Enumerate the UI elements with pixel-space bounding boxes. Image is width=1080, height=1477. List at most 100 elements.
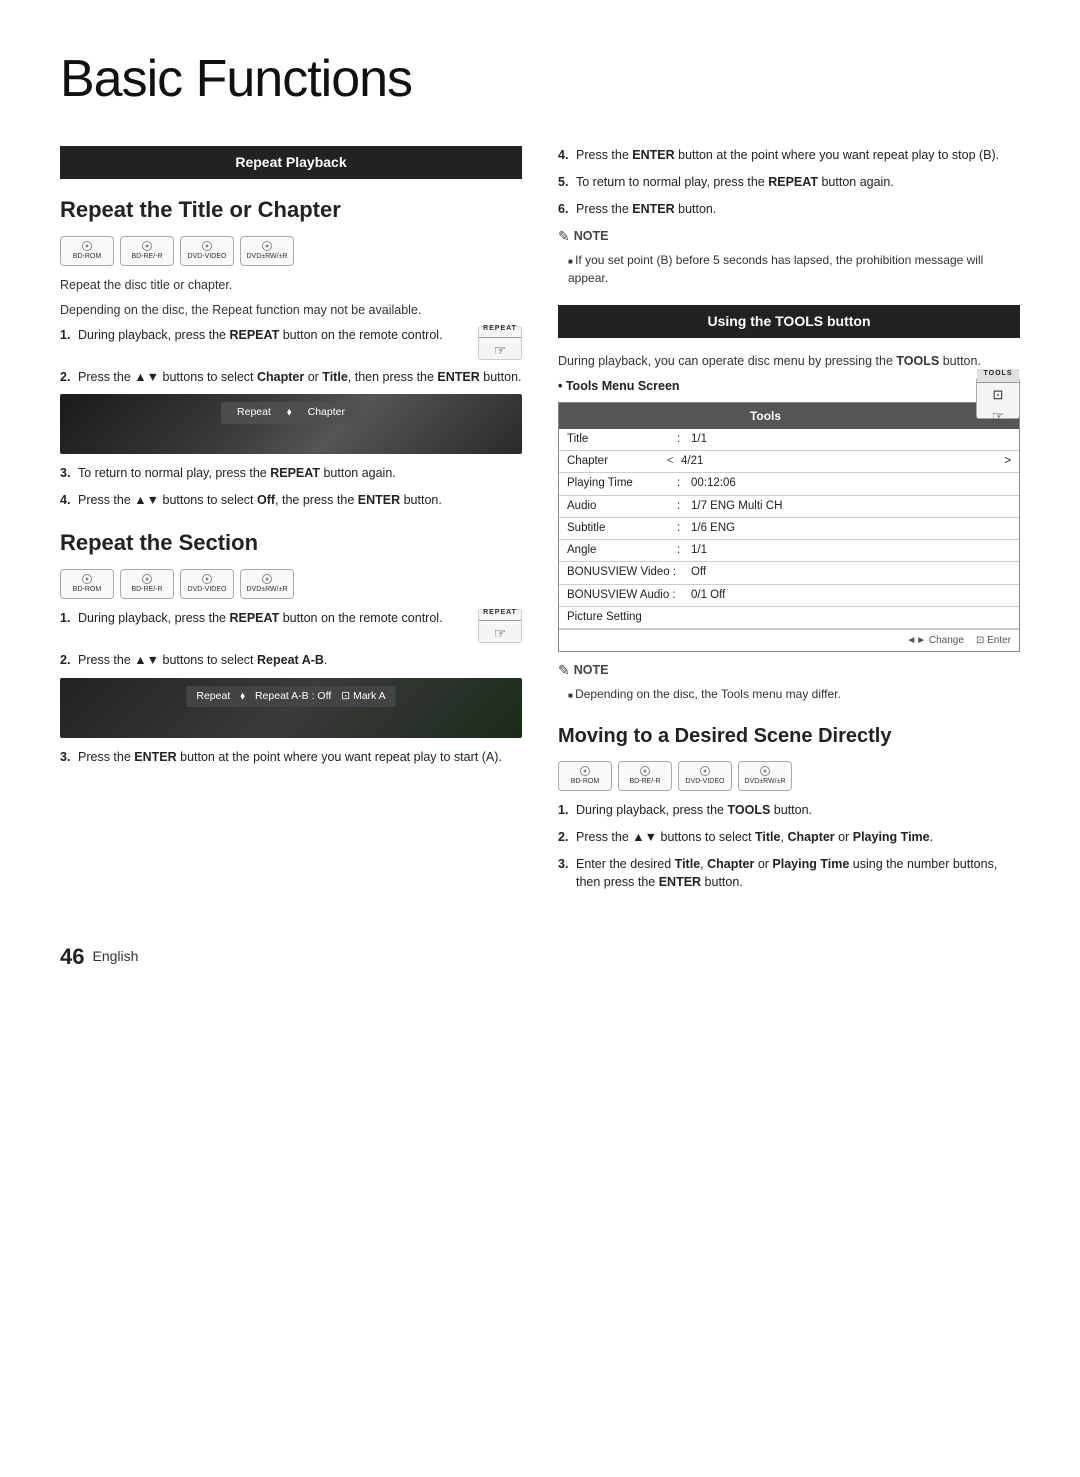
tools-value-audio: 1/7 ENG Multi CH xyxy=(691,498,782,515)
step-content-m3: Enter the desired Title, Chapter or Play… xyxy=(576,855,1020,893)
section-title-1: Repeat the Title or Chapter xyxy=(60,193,522,226)
tools-value-chapter: 4/21 xyxy=(681,453,1004,470)
step-2-section: 2. Press the ▲▼ buttons to select Repeat… xyxy=(60,651,522,670)
disc-icon-dvdvideo-3: DVD-VIDEO xyxy=(678,761,732,791)
tools-footer-change: ◄► Change xyxy=(906,633,964,648)
note-list-1: If you set point (B) before 5 seconds ha… xyxy=(558,251,1020,287)
step-3-title: 3. To return to normal play, press the R… xyxy=(60,464,522,483)
note-item-2: Depending on the disc, the Tools menu ma… xyxy=(568,685,1020,703)
tools-row-title: Title : 1/1 xyxy=(559,429,1019,451)
disc-icon-dvdrw-3: DVD±RW/±R xyxy=(738,761,792,791)
tools-menu-label: • Tools Menu Screen xyxy=(558,377,1020,396)
step-4-title: 4. Press the ▲▼ buttons to select Off, t… xyxy=(60,491,522,510)
disc-icon-bdre-3: BD-RE/-R xyxy=(618,761,672,791)
repeat-label: Repeat xyxy=(237,405,271,421)
desc-text-1: Repeat the disc title or chapter. xyxy=(60,276,522,295)
step-1-title: 1. REPEAT ☞ During playback, press the R… xyxy=(60,326,522,360)
tools-row-subtitle: Subtitle : 1/6 ENG xyxy=(559,518,1019,540)
pencil-icon-2: ✎ xyxy=(558,660,570,681)
step-num-r6: 6. xyxy=(558,200,576,219)
tools-label-title: Title xyxy=(567,431,677,448)
note-label-1: NOTE xyxy=(574,227,609,246)
hand-icon-1: ☞ xyxy=(494,340,507,361)
tools-label-chapter: Chapter xyxy=(567,453,667,470)
hand-icon-3: ☞ xyxy=(992,406,1005,427)
page-title: Basic Functions xyxy=(60,40,1020,118)
pencil-icon-1: ✎ xyxy=(558,226,570,247)
tools-row-chapter: Chapter < 4/21 > xyxy=(559,451,1019,473)
tools-label-picture: Picture Setting xyxy=(567,609,642,626)
step-content-r6: Press the ENTER button. xyxy=(576,200,1020,219)
disc-icons-row-2: BD-ROM BD-RE/-R DVD-VIDEO DVD±RW/±R xyxy=(60,569,522,599)
tools-table-footer: ◄► Change ⊡ Enter xyxy=(559,629,1019,651)
tools-row-bonusview-audio: BONUSVIEW Audio : 0/1 Off xyxy=(559,585,1019,607)
step-content-4: Press the ▲▼ buttons to select Off, the … xyxy=(78,491,522,510)
repeat-btn-label-1: REPEAT xyxy=(479,324,521,338)
hand-icon-2: ☞ xyxy=(494,623,507,644)
moving-section-title: Moving to a Desired Scene Directly xyxy=(558,721,1020,751)
tools-value-bonusview-video: Off xyxy=(691,564,706,581)
tools-colon-title: : xyxy=(677,431,691,448)
repeat-btn-label-2: REPEAT xyxy=(479,608,521,622)
chapter-label: Chapter xyxy=(308,405,345,421)
tools-table-header: Tools xyxy=(559,403,1019,429)
tools-row-bonusview-video: BONUSVIEW Video : Off xyxy=(559,562,1019,584)
tools-colon-playing-time: : xyxy=(677,475,691,492)
note-block-2: ✎ NOTE Depending on the disc, the Tools … xyxy=(558,660,1020,703)
page-language: English xyxy=(92,946,138,967)
step-num-m3: 3. xyxy=(558,855,576,893)
step-2-moving: 2. Press the ▲▼ buttons to select Title,… xyxy=(558,828,1020,847)
step-1-moving: 1. During playback, press the TOOLS butt… xyxy=(558,801,1020,820)
tools-btn-label: TOOLS xyxy=(977,369,1019,383)
step-content-2: Press the ▲▼ buttons to select Chapter o… xyxy=(78,368,522,387)
page-number: 46 xyxy=(60,940,84,973)
tools-label-bonusview-audio: BONUSVIEW Audio : xyxy=(567,587,691,604)
step-num-s3: 3. xyxy=(60,748,78,767)
tools-colon-subtitle: : xyxy=(677,520,691,537)
tools-row-picture: Picture Setting xyxy=(559,607,1019,629)
note-list-2: Depending on the disc, the Tools menu ma… xyxy=(558,685,1020,703)
screen-repeat-chapter: Repeat ⬧ Chapter xyxy=(60,394,522,454)
arrows-icon: ⬧ xyxy=(287,405,292,421)
step-num-m1: 1. xyxy=(558,801,576,820)
step-content-1: REPEAT ☞ During playback, press the REPE… xyxy=(78,326,522,360)
repeat-playback-header: Repeat Playback xyxy=(60,146,522,179)
step-content-m1: During playback, press the TOOLS button. xyxy=(576,801,1020,820)
tools-value-playing-time: 00:12:06 xyxy=(691,475,736,492)
tools-row-audio: Audio : 1/7 ENG Multi CH xyxy=(559,496,1019,518)
arrows-icon-2: ⬧ xyxy=(240,689,245,705)
tools-desc: During playback, you can operate disc me… xyxy=(558,352,1020,371)
step-4-right: 4. Press the ENTER button at the point w… xyxy=(558,146,1020,165)
step-num-s1: 1. xyxy=(60,609,78,643)
step-2-title: 2. Press the ▲▼ buttons to select Chapte… xyxy=(60,368,522,387)
repeat-chapter-bar: Repeat ⬧ Chapter xyxy=(221,402,361,424)
tools-label-subtitle: Subtitle xyxy=(567,520,677,537)
tools-value-angle: 1/1 xyxy=(691,542,707,559)
tools-value-bonusview-audio: 0/1 Off xyxy=(691,587,725,604)
step-content-s2: Press the ▲▼ buttons to select Repeat A-… xyxy=(78,651,522,670)
mark-a-label: ⊡ Mark A xyxy=(341,689,385,705)
tools-label-angle: Angle xyxy=(567,542,677,559)
right-column: 4. Press the ENTER button at the point w… xyxy=(558,146,1020,900)
repeat-button-img-2: REPEAT ☞ xyxy=(478,609,522,643)
page-footer: 46 English xyxy=(60,940,1020,973)
step-num-m2: 2. xyxy=(558,828,576,847)
step-3-section: 3. Press the ENTER button at the point w… xyxy=(60,748,522,767)
disc-icon-bdrom-3: BD-ROM xyxy=(558,761,612,791)
disc-icons-row-1: BD-ROM BD-RE/-R DVD-VIDEO DVD±RW/±R xyxy=(60,236,522,266)
note-title-2: ✎ NOTE xyxy=(558,660,1020,681)
tools-value-subtitle: 1/6 ENG xyxy=(691,520,735,537)
note-block-1: ✎ NOTE If you set point (B) before 5 sec… xyxy=(558,226,1020,287)
repeat-label-2: Repeat xyxy=(196,689,230,705)
step-content-r5: To return to normal play, press the REPE… xyxy=(576,173,1020,192)
tools-arrow-left: < xyxy=(667,453,681,470)
step-num-r5: 5. xyxy=(558,173,576,192)
disc-icon-bdre-2: BD-RE/-R xyxy=(120,569,174,599)
step-num-4: 4. xyxy=(60,491,78,510)
note-item-1: If you set point (B) before 5 seconds ha… xyxy=(568,251,1020,287)
tools-table-wrapper: Tools Title : 1/1 Chapter < 4/21 > Playi… xyxy=(558,402,1020,652)
ab-label: Repeat A-B : Off xyxy=(255,689,331,705)
disc-icon-bdre: BD-RE/-R xyxy=(120,236,174,266)
tools-arrow-right: > xyxy=(1004,453,1011,470)
disc-icon-dvdvideo-2: DVD-VIDEO xyxy=(180,569,234,599)
